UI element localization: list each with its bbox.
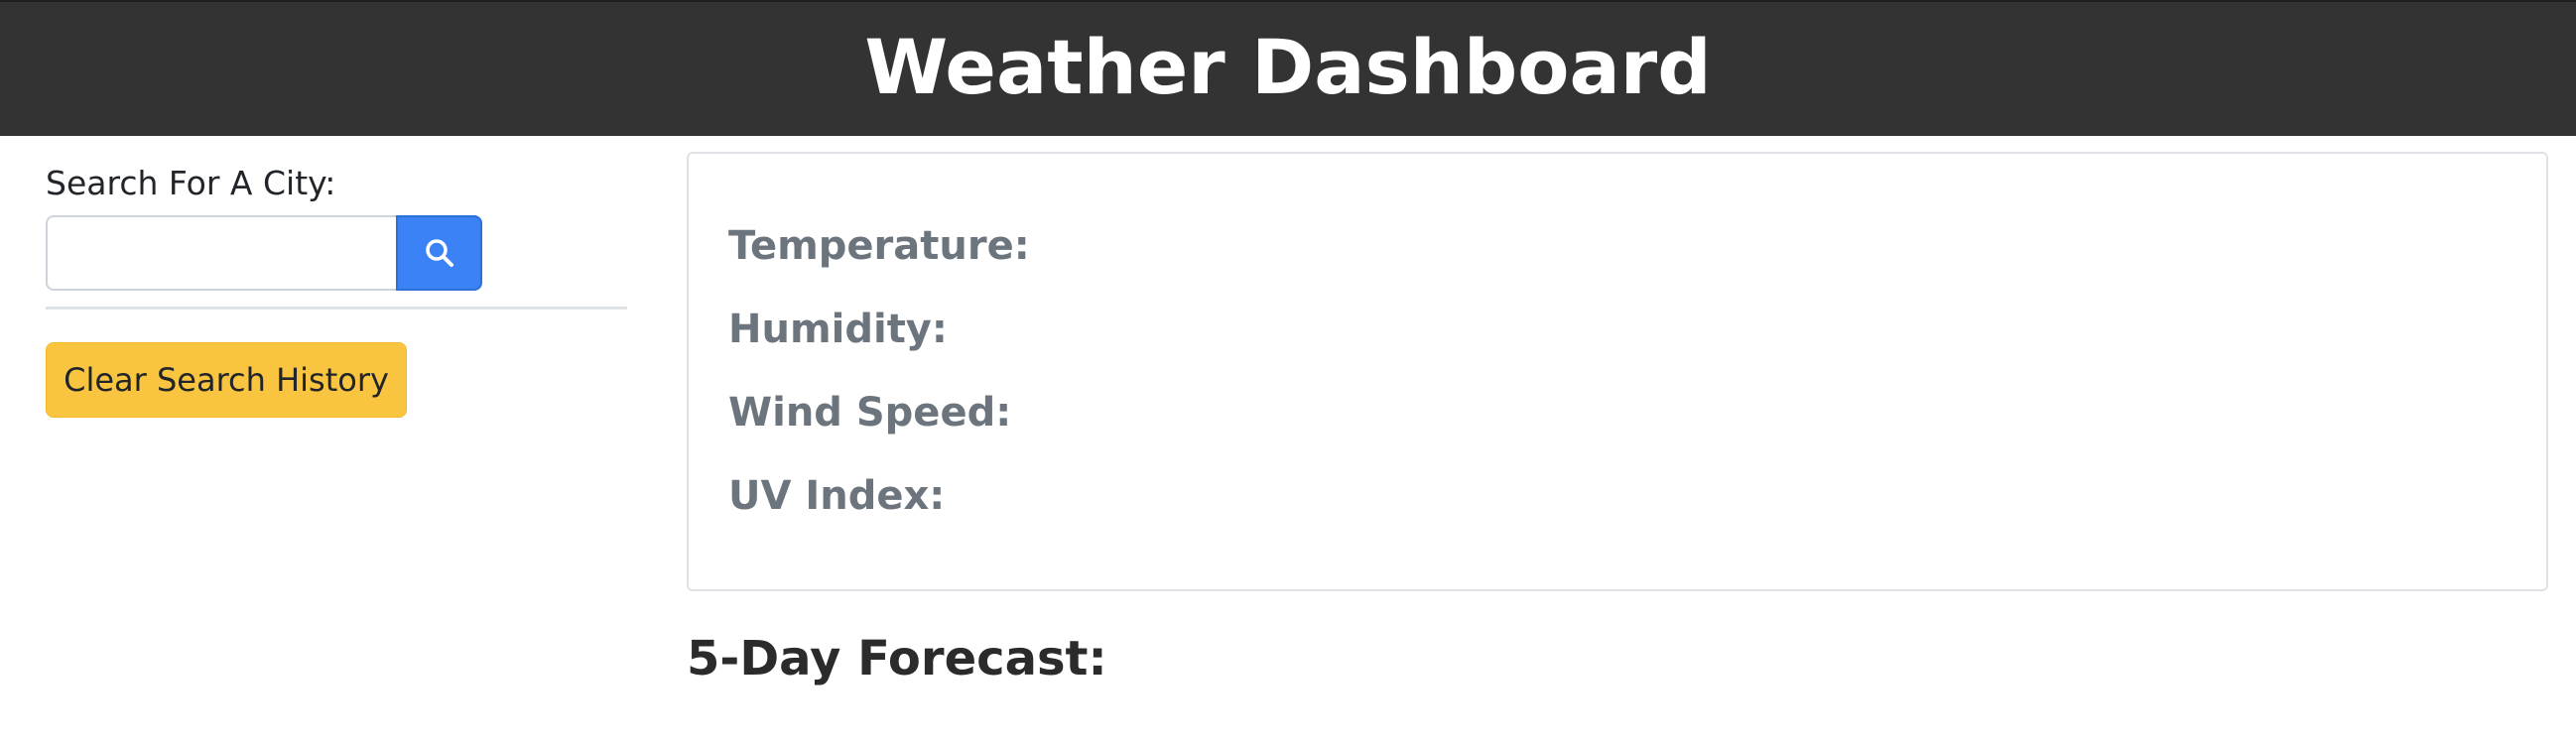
page-title: Weather Dashboard — [864, 22, 1712, 111]
uv-index-label: UV Index: — [728, 473, 946, 519]
app-header: Weather Dashboard — [0, 0, 2576, 136]
search-group — [46, 215, 482, 291]
city-search-input[interactable] — [46, 215, 396, 291]
temperature-label: Temperature: — [728, 223, 1030, 269]
wind-speed-label: Wind Speed: — [728, 390, 1012, 436]
current-weather-card: Temperature: Humidity: Wind Speed: UV In… — [687, 152, 2548, 591]
humidity-label: Humidity: — [728, 307, 948, 352]
sidebar-divider — [46, 307, 627, 310]
search-label: Search For A City: — [46, 164, 336, 202]
forecast-heading: 5-Day Forecast: — [687, 631, 1107, 686]
search-icon — [425, 239, 453, 267]
clear-search-history-button[interactable]: Clear Search History — [46, 342, 407, 418]
search-button[interactable] — [396, 215, 482, 291]
